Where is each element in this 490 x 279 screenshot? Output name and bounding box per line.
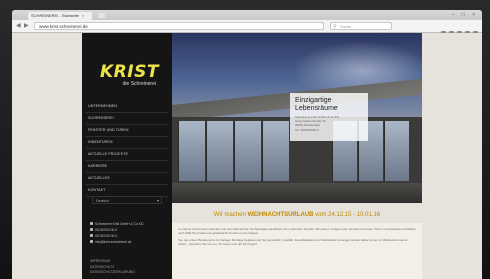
contact-row: info@krist-schreinerei.de <box>90 239 166 245</box>
menu-item-aktuelles[interactable]: Aktuelles <box>86 173 168 185</box>
main-menu: Unternehmen Schreinerei Fenster und Türe… <box>86 101 168 197</box>
browser-toolbar: ◀ ▶ www.krist-schreinerei.de ⚲ Suche <box>12 20 482 36</box>
street <box>172 183 422 203</box>
building-window <box>384 121 409 181</box>
hero-line: Tel. 0800/00000-0 <box>295 127 320 132</box>
contact-info: Schreinerei Krist GmbH & Co.KG 08 00/000… <box>90 221 166 245</box>
hero-title: Einzigartige Lebensräume <box>295 97 338 112</box>
back-button[interactable]: ◀ <box>16 22 21 29</box>
tab-bar: SCHREINEREI - Startseite × – □ × <box>12 10 482 20</box>
building-window <box>262 121 289 181</box>
logo-wordmark: KRIST <box>100 62 159 82</box>
address-bar[interactable]: www.krist-schreinerei.de <box>34 22 324 30</box>
site-sidebar: KRIST die Schreinerei Unternehmen Schrei… <box>82 33 172 279</box>
search-icon: ⚲ <box>333 24 337 30</box>
hero-caption: Einzigartige Lebensräume Schreinerei Kri… <box>290 93 368 141</box>
tab-close-icon[interactable]: × <box>82 13 84 18</box>
company-name: Schreinerei Krist GmbH & Co.KG <box>95 222 144 226</box>
menu-item-fenster-tueren[interactable]: Fenster und Türen <box>86 125 168 137</box>
building-window <box>234 121 261 181</box>
holiday-banner: Wir machen WEIHNACHTSURLAUB vom 24.12.15… <box>172 209 422 221</box>
forward-button[interactable]: ▶ <box>24 22 29 29</box>
footer-link-datenschutzerklaerung[interactable]: Datenschutzerklärung <box>90 270 166 276</box>
menu-item-karriere[interactable]: Karriere <box>86 161 168 173</box>
banner-suffix: vom 24.12.15 - 10.01.16 <box>313 212 381 218</box>
banner-emphasis: WEIHNACHTSURLAUB <box>247 212 314 218</box>
menu-item-unternehmen[interactable]: Unternehmen <box>86 101 168 113</box>
content-paragraph: In unserer Schreinerei verbinden wir sei… <box>178 227 416 236</box>
search-bar[interactable]: ⚲ Suche <box>330 22 392 30</box>
desktop-frame: SCHREINEREI - Startseite × – □ × ◀ ▶ www… <box>0 0 490 279</box>
phone-number[interactable]: 08 00/000 00-0 <box>95 228 117 232</box>
search-placeholder: Suche <box>340 24 352 29</box>
content-paragraph: Von der ersten Beratung bis zur fertigen… <box>178 237 408 246</box>
window-controls[interactable]: – □ × <box>452 12 479 18</box>
mail-icon <box>90 240 93 243</box>
fax-number: 08 00/000 00-0 <box>95 234 118 238</box>
chevron-down-icon: ▾ <box>156 198 159 203</box>
logo-tagline: die Schreinerei <box>122 81 156 87</box>
banner-prefix: Wir machen <box>213 212 248 218</box>
tab-title: SCHREINEREI - Startseite <box>31 13 79 18</box>
language-value: Deutsch <box>96 199 109 203</box>
phone-icon <box>90 228 93 231</box>
menu-item-schreinerei[interactable]: Schreinerei <box>86 113 168 125</box>
browser-window: SCHREINEREI - Startseite × – □ × ◀ ▶ www… <box>12 10 482 279</box>
email-link[interactable]: info@krist-schreinerei.de <box>95 240 132 244</box>
footer-links: Impressum Datenschutz Datenschutzerkläru… <box>90 259 166 276</box>
page-viewport: KRIST die Schreinerei Unternehmen Schrei… <box>12 33 482 279</box>
site-logo[interactable]: KRIST die Schreinerei <box>100 62 159 89</box>
hero-image: Einzigartige Lebensräume Schreinerei Kri… <box>172 33 422 203</box>
home-icon <box>90 222 93 225</box>
menu-item-aktuelle-projekte[interactable]: Aktuelle Projekte <box>86 149 168 161</box>
fax-icon <box>90 234 93 237</box>
building-window <box>206 121 233 181</box>
language-select[interactable]: Deutsch ▾ <box>92 196 162 204</box>
menu-item-innentueren[interactable]: Innentüren <box>86 137 168 149</box>
content-text: In unserer Schreinerei verbinden wir sei… <box>172 223 422 279</box>
building-window <box>178 121 205 181</box>
new-tab-button[interactable] <box>98 13 105 18</box>
